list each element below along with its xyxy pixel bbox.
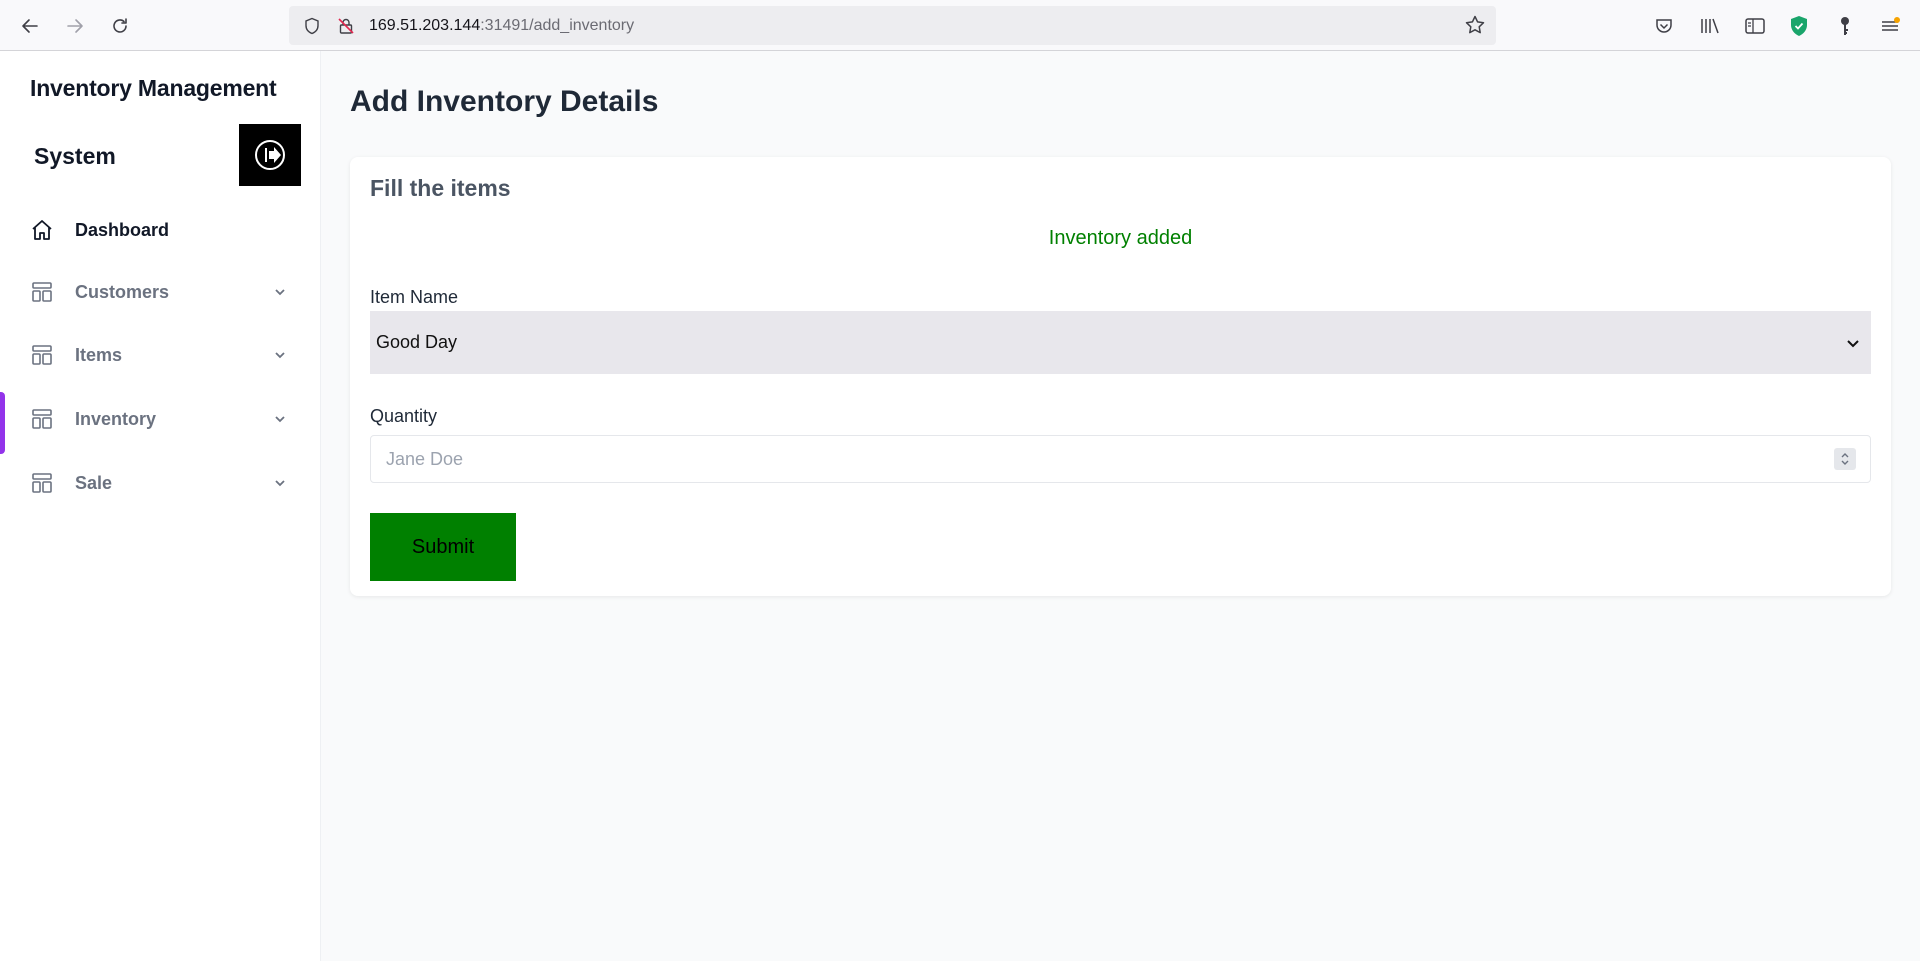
library-icon[interactable]: [1697, 13, 1723, 39]
menu-icon[interactable]: [1877, 13, 1903, 39]
chevron-down-icon: [272, 411, 288, 427]
sidebar-item-label: Sale: [75, 472, 113, 493]
chevron-down-icon: [1845, 335, 1861, 351]
brand-title: Inventory Management: [30, 75, 277, 101]
back-arrow-icon: [22, 19, 38, 33]
layout-icon: [30, 471, 54, 495]
status-message: Inventory added: [1048, 227, 1193, 249]
logout-icon: [255, 140, 285, 170]
sidebar-item-sale[interactable]: Sale: [0, 452, 320, 514]
layout-icon: [30, 407, 54, 431]
chevron-down-icon: [272, 347, 288, 363]
sidebar-item-dashboard[interactable]: Dashboard: [0, 199, 320, 261]
stepper-arrows-icon: [1841, 453, 1849, 465]
submit-button[interactable]: Submit: [370, 513, 516, 581]
quantity-input[interactable]: [371, 437, 1771, 481]
form-card: Fill the items Inventory added Item Name…: [350, 157, 1891, 596]
sidebar-item-inventory[interactable]: Inventory: [0, 388, 320, 450]
shield-extension-icon[interactable]: [1786, 13, 1812, 39]
sidebar-item-label: Inventory: [75, 408, 157, 429]
chevron-down-icon: [272, 475, 288, 491]
forward-arrow-icon: [67, 19, 83, 33]
item-name-label: Item Name: [370, 287, 459, 307]
sidebar-item-items[interactable]: Items: [0, 324, 320, 386]
layout-icon: [30, 343, 54, 367]
quantity-field[interactable]: [370, 435, 1871, 483]
logout-button[interactable]: [239, 124, 301, 186]
item-name-select[interactable]: Good Day: [370, 311, 1871, 374]
sidebar: Inventory Management System Dashboard Cu…: [0, 51, 321, 961]
address-bar[interactable]: 169.51.203.144:31491/add_inventory: [289, 6, 1496, 45]
page-title: Add Inventory Details: [350, 85, 659, 118]
url-text[interactable]: 169.51.203.144:31491/add_inventory: [369, 17, 634, 35]
item-name-selected-value: Good Day: [376, 332, 458, 352]
quantity-label: Quantity: [370, 406, 438, 426]
reload-icon: [113, 18, 127, 33]
sidebar-item-label: Customers: [75, 281, 170, 302]
sidebar-item-label: Dashboard: [75, 219, 170, 240]
browser-toolbar: 169.51.203.144:31491/add_inventory: [0, 0, 1920, 51]
shield-icon[interactable]: [301, 15, 323, 37]
sidebar-item-label: Items: [75, 344, 123, 365]
bookmark-star-icon[interactable]: [1464, 14, 1486, 41]
forward-button[interactable]: [57, 12, 93, 40]
quantity-stepper[interactable]: [1834, 448, 1856, 470]
brand-subtitle: System: [34, 143, 116, 169]
home-icon: [30, 218, 54, 242]
pocket-icon[interactable]: [1651, 13, 1677, 39]
layout-icon: [30, 280, 54, 304]
sidebar-toggle-icon[interactable]: [1742, 13, 1768, 39]
key-icon[interactable]: [1832, 13, 1858, 39]
sidebar-item-customers[interactable]: Customers: [0, 261, 320, 323]
card-title: Fill the items: [370, 175, 511, 201]
chevron-down-icon: [272, 284, 288, 300]
insecure-lock-icon[interactable]: [335, 15, 357, 37]
reload-button[interactable]: [102, 12, 138, 40]
back-button[interactable]: [12, 12, 48, 40]
